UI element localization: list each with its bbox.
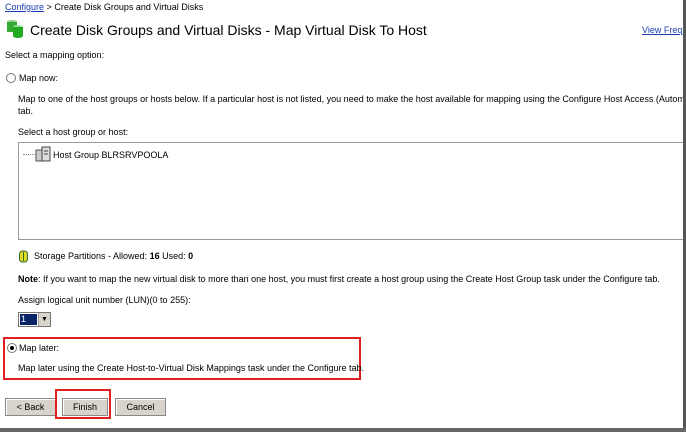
breadcrumb-separator: > [46,2,52,12]
cancel-button[interactable]: Cancel [115,398,166,416]
lun-label: Assign logical unit number (LUN)(0 to 25… [18,295,191,305]
view-frequently-link[interactable]: View Frequ [642,25,686,35]
host-select-label: Select a host group or host: [18,127,129,137]
lun-value: 1 [20,314,37,325]
map-now-radio[interactable] [6,73,16,83]
note-bold: Note [18,274,38,284]
map-now-description: Map to one of the host groups or hosts b… [18,94,686,104]
allowed-count: 16 [149,251,160,261]
host-tree[interactable]: Host Group BLRSRVPOOLA [18,142,686,240]
map-later-description: Map later using the Create Host-to-Virtu… [18,363,365,373]
lun-select[interactable]: 1 ▼ [18,312,51,327]
tree-item-host-group[interactable]: Host Group BLRSRVPOOLA [53,150,168,160]
host-group-icon [35,146,51,162]
page-title: Create Disk Groups and Virtual Disks - M… [30,22,427,38]
storage-label: Storage Partitions - Allowed: [34,251,148,261]
note-text: : If you want to map the new virtual dis… [38,274,660,284]
breadcrumb: Configure > Create Disk Groups and Virtu… [5,2,203,12]
used-label: Used: [162,251,186,261]
storage-partition-icon [19,250,28,263]
map-now-description-cont: tab. [18,106,34,116]
storage-partitions: Storage Partitions - Allowed: 16 Used: 0 [34,251,193,261]
map-later-radio[interactable] [7,343,17,353]
finish-button[interactable]: Finish [62,398,108,416]
breadcrumb-current: Create Disk Groups and Virtual Disks [54,2,204,12]
disk-group-icon [5,18,25,38]
breadcrumb-configure-link[interactable]: Configure [5,2,44,12]
select-mapping-label: Select a mapping option: [5,50,105,60]
map-now-label[interactable]: Map now: [19,73,58,83]
map-later-label[interactable]: Map later: [19,343,59,353]
window-border-bottom [0,428,686,432]
chevron-down-icon[interactable]: ▼ [38,313,50,326]
used-count: 0 [188,251,194,261]
back-button[interactable]: < Back [5,398,56,416]
note: Note: If you want to map the new virtual… [18,274,660,284]
